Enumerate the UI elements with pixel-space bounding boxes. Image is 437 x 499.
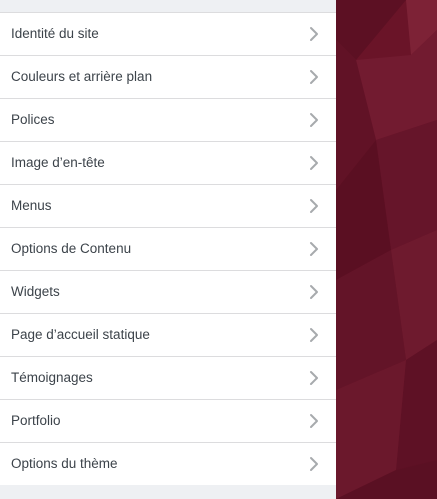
- section-label: Page d’accueil statique: [11, 327, 150, 342]
- section-label: Options de Contenu: [11, 241, 132, 256]
- section-label: Identité du site: [11, 26, 99, 41]
- chevron-right-icon: [306, 26, 322, 42]
- chevron-right-icon: [306, 155, 322, 171]
- chevron-right-icon: [306, 284, 322, 300]
- section-label: Polices: [11, 112, 55, 127]
- section-static-front-page[interactable]: Page d’accueil statique: [0, 314, 336, 357]
- section-label: Options du thème: [11, 456, 118, 471]
- section-testimonials[interactable]: Témoignages: [0, 357, 336, 400]
- chevron-right-icon: [306, 69, 322, 85]
- section-portfolio[interactable]: Portfolio: [0, 400, 336, 443]
- section-theme-options[interactable]: Options du thème: [0, 443, 336, 485]
- chevron-right-icon: [306, 327, 322, 343]
- section-widgets[interactable]: Widgets: [0, 271, 336, 314]
- section-label: Couleurs et arrière plan: [11, 69, 153, 84]
- chevron-right-icon: [306, 456, 322, 472]
- customizer-section-list: Identité du site Couleurs et arrière pla…: [0, 12, 336, 485]
- section-label: Portfolio: [11, 413, 61, 428]
- chevron-right-icon: [306, 413, 322, 429]
- chevron-right-icon: [306, 241, 322, 257]
- section-header-image[interactable]: Image d’en-tête: [0, 142, 336, 185]
- section-label: Témoignages: [11, 370, 93, 385]
- preview-background-pattern: [336, 0, 437, 499]
- section-menus[interactable]: Menus: [0, 185, 336, 228]
- chevron-right-icon: [306, 370, 322, 386]
- section-label: Image d’en-tête: [11, 155, 105, 170]
- site-preview-pane: [336, 0, 437, 499]
- customizer-panel: Identité du site Couleurs et arrière pla…: [0, 0, 336, 499]
- chevron-right-icon: [306, 198, 322, 214]
- section-site-identity[interactable]: Identité du site: [0, 12, 336, 56]
- section-label: Widgets: [11, 284, 60, 299]
- chevron-right-icon: [306, 112, 322, 128]
- section-fonts[interactable]: Polices: [0, 99, 336, 142]
- section-label: Menus: [11, 198, 52, 213]
- section-colors-background[interactable]: Couleurs et arrière plan: [0, 56, 336, 99]
- section-content-options[interactable]: Options de Contenu: [0, 228, 336, 271]
